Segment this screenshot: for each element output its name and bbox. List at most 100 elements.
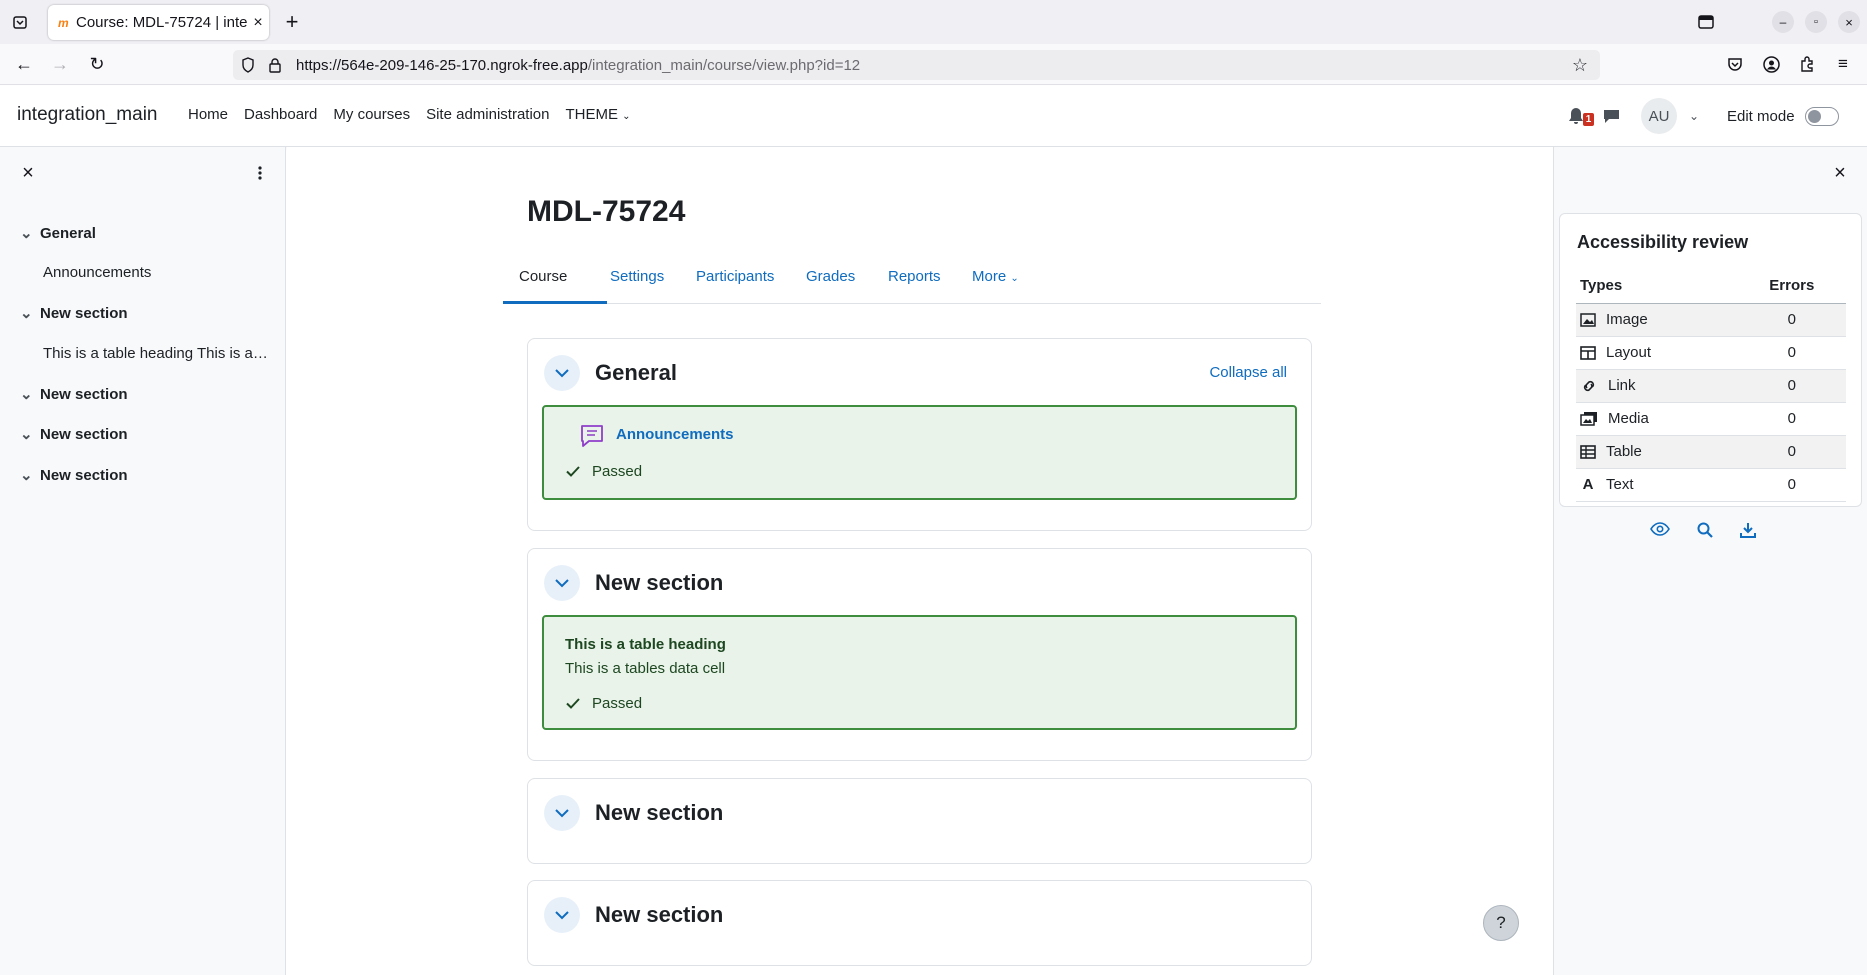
- type-label: Table: [1606, 443, 1642, 460]
- menu-hamburger-icon[interactable]: ≡: [1832, 53, 1854, 75]
- course-section-general: General Collapse all Announcements Passe…: [527, 338, 1312, 531]
- media-icon: [1580, 411, 1598, 426]
- window-close-icon[interactable]: ×: [1838, 11, 1860, 33]
- tab-reports[interactable]: Reports: [888, 268, 941, 285]
- reload-icon[interactable]: ↻: [85, 52, 109, 76]
- section-title: General: [595, 360, 677, 385]
- error-count: 0: [1737, 369, 1846, 403]
- chevron-down-icon: ⌄: [622, 111, 631, 122]
- notification-count-badge: 1: [1583, 113, 1594, 126]
- account-icon[interactable]: [1760, 53, 1782, 75]
- type-label: Text: [1606, 476, 1634, 493]
- new-tab-plus-icon[interactable]: +: [280, 9, 304, 34]
- primary-navigation: Home Dashboard My courses Site administr…: [188, 106, 631, 123]
- section-title: New section: [595, 902, 724, 927]
- tab-list-icon[interactable]: [8, 10, 32, 34]
- activity-announcements: Announcements Passed: [542, 405, 1297, 500]
- window-restore-icon[interactable]: ▫: [1805, 11, 1827, 33]
- download-report-icon[interactable]: [1740, 522, 1756, 538]
- section-collapse-toggle[interactable]: [544, 565, 580, 601]
- chevron-down-icon[interactable]: ⌄: [20, 304, 40, 322]
- nav-home[interactable]: Home: [188, 106, 228, 123]
- nav-dashboard[interactable]: Dashboard: [244, 106, 317, 123]
- tab-close-icon[interactable]: ×: [247, 14, 269, 32]
- view-report-search-icon[interactable]: [1697, 522, 1713, 538]
- messages-chat-icon[interactable]: [1603, 86, 1620, 146]
- section-title: New section: [595, 570, 724, 595]
- course-index-section-label: New section: [40, 304, 128, 322]
- close-drawer-icon[interactable]: ×: [18, 162, 38, 184]
- image-icon: [1580, 312, 1596, 327]
- course-section: New section: [527, 880, 1312, 966]
- forward-arrow-icon[interactable]: →: [48, 52, 72, 76]
- shield-icon[interactable]: [241, 57, 259, 73]
- show-highlights-eye-icon[interactable]: [1650, 522, 1670, 538]
- nav-my-courses[interactable]: My courses: [333, 106, 410, 123]
- error-count: 0: [1737, 435, 1846, 469]
- course-secondary-navigation: Course Settings Participants Grades Repo…: [503, 230, 1321, 304]
- layout-icon: [1580, 345, 1596, 360]
- course-index-section[interactable]: ⌄ New section: [20, 385, 128, 404]
- lock-icon[interactable]: [269, 57, 287, 73]
- chevron-down-icon: ⌄: [1010, 273, 1019, 284]
- table-row: Link 0: [1576, 369, 1846, 403]
- course-index-section[interactable]: ⌄ New section: [20, 425, 128, 444]
- notifications-bell-icon[interactable]: [1568, 86, 1584, 146]
- user-menu[interactable]: AU ⌄: [1641, 86, 1699, 146]
- course-index-section-label: New section: [40, 425, 128, 443]
- back-arrow-icon[interactable]: ←: [12, 52, 36, 76]
- address-bar[interactable]: https://564e-209-146-25-170.ngrok-free.a…: [233, 50, 1600, 80]
- browser-tab-bar: m Course: MDL-75724 | inte × + – ▫ ×: [0, 0, 1867, 44]
- course-section: New section This is a table heading This…: [527, 548, 1312, 761]
- course-index-section[interactable]: ⌄ New section: [20, 466, 128, 485]
- section-title: New section: [595, 800, 724, 825]
- tab-grades[interactable]: Grades: [806, 268, 855, 285]
- browser-tab-active[interactable]: m Course: MDL-75724 | inte ×: [48, 5, 269, 40]
- chevron-down-icon[interactable]: ⌄: [20, 224, 40, 242]
- site-name[interactable]: integration_main: [17, 104, 157, 126]
- chevron-down-icon[interactable]: ⌄: [20, 466, 40, 484]
- forum-icon: [578, 422, 606, 450]
- nav-theme[interactable]: THEME ⌄: [566, 106, 631, 123]
- course-index-item-table[interactable]: This is a table heading This is a tables…: [43, 345, 271, 362]
- accessibility-summary-table: Types Errors Image 0 Layout 0 Link 0 Med…: [1576, 269, 1846, 502]
- status-passed-label: Passed: [592, 695, 643, 712]
- text-icon: A: [1582, 476, 1594, 493]
- collapse-all-link[interactable]: Collapse all: [1209, 364, 1287, 381]
- chevron-down-icon[interactable]: ⌄: [20, 385, 40, 403]
- bookmark-star-icon[interactable]: ☆: [1572, 55, 1588, 76]
- link-icon: [1580, 379, 1598, 393]
- check-icon: [566, 698, 580, 709]
- course-index-section-label: New section: [40, 385, 128, 403]
- course-index-section[interactable]: ⌄ New section: [20, 304, 128, 323]
- tab-course[interactable]: Course: [519, 268, 567, 285]
- extensions-icon[interactable]: [1796, 53, 1818, 75]
- section-collapse-toggle[interactable]: [544, 897, 580, 933]
- main-content: MDL-75724 Course Settings Participants G…: [287, 147, 1553, 975]
- tab-participants[interactable]: Participants: [696, 268, 774, 285]
- table-icon: [1580, 444, 1596, 459]
- help-button[interactable]: ?: [1483, 905, 1519, 941]
- section-collapse-toggle[interactable]: [544, 355, 580, 391]
- active-tab-indicator: [503, 301, 607, 304]
- activity-link-announcements[interactable]: Announcements: [616, 426, 734, 443]
- close-drawer-icon[interactable]: ×: [1830, 162, 1850, 184]
- edit-mode-control[interactable]: Edit mode: [1727, 86, 1839, 146]
- table-row: Layout 0: [1576, 336, 1846, 370]
- edit-mode-toggle[interactable]: [1804, 106, 1839, 126]
- more-options-kebab-icon[interactable]: [250, 163, 270, 183]
- course-index-section-label: New section: [40, 466, 128, 484]
- course-index-section-general[interactable]: ⌄ General: [20, 224, 96, 243]
- error-count: 0: [1737, 303, 1846, 337]
- column-header-types: Types: [1576, 269, 1738, 304]
- course-index-item-announcements[interactable]: Announcements: [43, 264, 271, 281]
- tab-more[interactable]: More ⌄: [972, 268, 1019, 285]
- chevron-down-icon[interactable]: ⌄: [20, 425, 40, 443]
- pocket-icon[interactable]: [1724, 53, 1746, 75]
- tab-settings[interactable]: Settings: [610, 268, 664, 285]
- window-minimize-icon[interactable]: –: [1772, 11, 1794, 33]
- sidebar-toggle-icon[interactable]: [1694, 10, 1718, 34]
- section-collapse-toggle[interactable]: [544, 795, 580, 831]
- nav-site-administration[interactable]: Site administration: [426, 106, 549, 123]
- page-title: MDL-75724: [527, 195, 686, 228]
